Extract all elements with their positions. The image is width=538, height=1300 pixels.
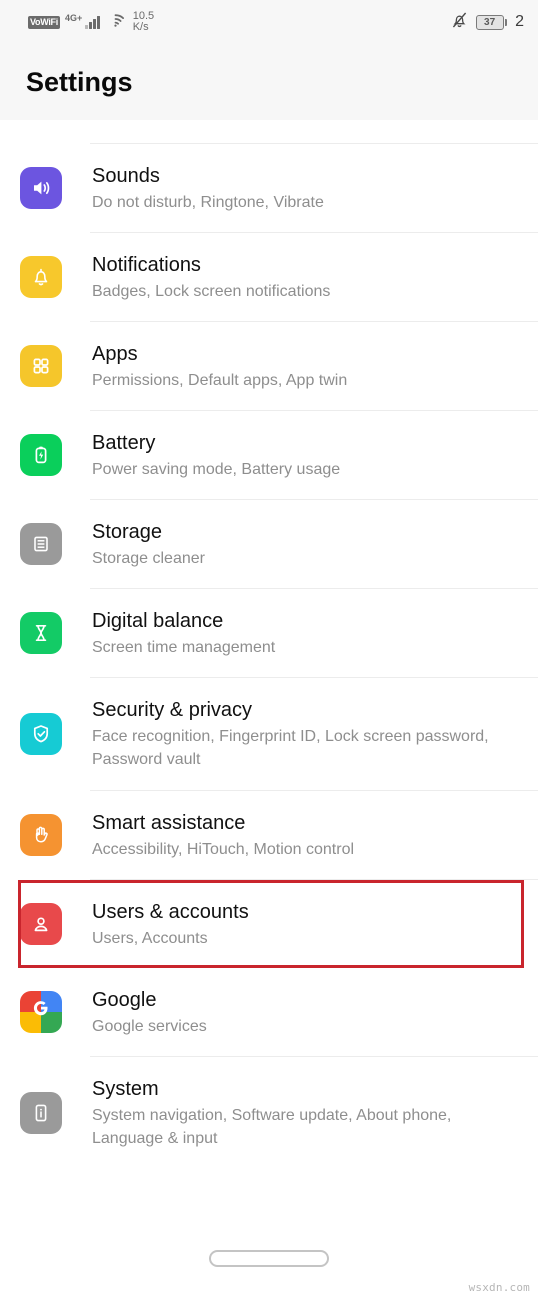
bell-off-icon	[451, 11, 468, 34]
row-title: Users & accounts	[92, 900, 249, 923]
speaker-volume-icon	[20, 167, 62, 209]
row-title: Notifications	[92, 253, 201, 276]
network-speed: 10.5 K/s	[133, 11, 154, 33]
row-subtitle: Users, Accounts	[92, 929, 208, 947]
row-text: Notifications Badges, Lock screen notifi…	[92, 252, 524, 303]
highlighted-row-wrapper: Users & accounts Users, Accounts	[0, 880, 538, 968]
row-subtitle: Power saving mode, Battery usage	[92, 460, 341, 478]
home-gesture-pill[interactable]	[209, 1250, 329, 1267]
network-type-label: 4G+	[64, 13, 83, 23]
row-subtitle: Screen time management	[92, 638, 276, 656]
row-title: Sounds	[92, 164, 160, 187]
bottom-nav-area: wsxdn.com	[0, 1230, 538, 1300]
battery-bolt-icon	[20, 434, 62, 476]
watermark: wsxdn.com	[468, 1281, 530, 1294]
row-text: System System navigation, Software updat…	[92, 1076, 524, 1150]
row-title: Digital balance	[92, 609, 224, 632]
status-bar-left: VoWiFi 4G+ 10.5 K/s	[28, 11, 154, 33]
hourglass-icon	[20, 612, 62, 654]
settings-row-sounds[interactable]: Sounds Do not disturb, Ringtone, Vibrate	[0, 144, 538, 232]
row-subtitle: Face recognition, Fingerprint ID, Lock s…	[92, 728, 489, 768]
settings-row-smart-assistance[interactable]: Smart assistance Accessibility, HiTouch,…	[0, 791, 538, 879]
signal-bars-icon	[85, 15, 100, 29]
row-title: Apps	[92, 342, 138, 365]
settings-row-apps[interactable]: Apps Permissions, Default apps, App twin	[0, 322, 538, 410]
row-title: Google	[92, 988, 157, 1011]
settings-list: Home screen & wallpaper, Display Sounds …	[0, 120, 538, 1169]
user-account-icon	[20, 903, 62, 945]
row-title: System	[92, 1078, 159, 1100]
settings-header: Settings	[0, 44, 538, 120]
status-bar-right: 37 2	[451, 11, 524, 34]
row-text: Digital balance Screen time management	[92, 608, 524, 659]
row-title: Battery	[92, 431, 156, 454]
page-title: Settings	[26, 66, 133, 97]
battery-indicator: 37	[475, 14, 508, 30]
row-subtitle: Do not disturb, Ringtone, Vibrate	[92, 193, 324, 211]
row-text: Smart assistance Accessibility, HiTouch,…	[92, 810, 524, 861]
settings-row-digital-balance[interactable]: Digital balance Screen time management	[0, 589, 538, 677]
status-clock: 2	[515, 13, 524, 30]
settings-row-users-accounts[interactable]: Users & accounts Users, Accounts	[0, 880, 538, 968]
vowifi-badge: VoWiFi	[28, 15, 60, 29]
clipped-row-above[interactable]: Home screen & wallpaper, Display	[0, 120, 538, 143]
battery-cap	[504, 18, 508, 26]
battery-level: 37	[475, 14, 504, 30]
shield-check-icon	[20, 713, 62, 755]
row-title: Security & privacy	[92, 699, 253, 721]
row-title: Storage	[92, 520, 163, 543]
row-subtitle: Accessibility, HiTouch, Motion control	[92, 840, 355, 858]
row-text: Security & privacy Face recognition, Fin…	[92, 697, 524, 771]
row-subtitle: Storage cleaner	[92, 549, 205, 567]
row-text: Sounds Do not disturb, Ringtone, Vibrate	[92, 163, 524, 214]
storage-stack-icon	[20, 523, 62, 565]
row-subtitle: System navigation, Software update, Abou…	[92, 1107, 452, 1147]
phone-info-icon	[20, 1092, 62, 1134]
row-text: Battery Power saving mode, Battery usage	[92, 430, 524, 481]
row-text: Users & accounts Users, Accounts	[92, 899, 524, 950]
phone-screen: VoWiFi 4G+ 10.5 K/s 37 2 Settings Sounds…	[0, 0, 538, 1300]
row-text: Google Google services	[92, 987, 524, 1038]
google-g-icon	[20, 991, 62, 1033]
network-speed-unit: K/s	[132, 21, 149, 33]
row-text: Storage Storage cleaner	[92, 519, 524, 570]
wifi-icon	[107, 13, 124, 32]
settings-row-battery[interactable]: Battery Power saving mode, Battery usage	[0, 411, 538, 499]
settings-row-security-privacy[interactable]: Security & privacy Face recognition, Fin…	[0, 678, 538, 790]
row-subtitle: Permissions, Default apps, App twin	[92, 371, 348, 389]
settings-row-system[interactable]: System System navigation, Software updat…	[0, 1057, 538, 1169]
row-title: Smart assistance	[92, 811, 246, 834]
hand-icon	[20, 814, 62, 856]
bell-icon	[20, 256, 62, 298]
status-bar: VoWiFi 4G+ 10.5 K/s 37 2	[0, 0, 538, 44]
row-subtitle: Badges, Lock screen notifications	[92, 282, 331, 300]
settings-row-notifications[interactable]: Notifications Badges, Lock screen notifi…	[0, 233, 538, 321]
row-text: Apps Permissions, Default apps, App twin	[92, 341, 524, 392]
settings-row-google[interactable]: Google Google services	[0, 968, 538, 1056]
row-subtitle: Google services	[92, 1017, 207, 1035]
settings-row-storage[interactable]: Storage Storage cleaner	[0, 500, 538, 588]
app-grid-icon	[20, 345, 62, 387]
